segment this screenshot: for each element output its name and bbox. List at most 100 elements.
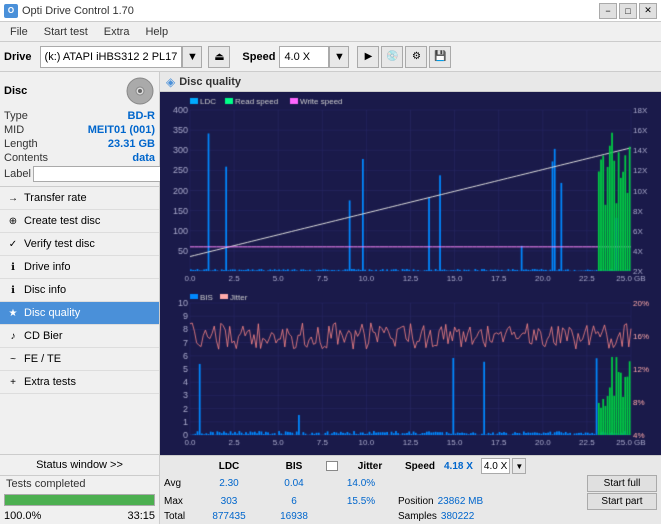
drive-info-icon: ℹ bbox=[6, 260, 20, 274]
disc-length-row: Length 23.31 GB bbox=[4, 138, 155, 150]
disc-label-input[interactable] bbox=[33, 166, 171, 182]
disc-quality-header-icon: ◈ bbox=[166, 75, 175, 89]
stats-header-speed: Speed bbox=[400, 461, 440, 472]
top-chart-canvas bbox=[162, 94, 659, 289]
nav-disc-quality[interactable]: ★ Disc quality bbox=[0, 302, 159, 325]
disc-quality-title: Disc quality bbox=[179, 76, 241, 88]
disc-mid-label: MID bbox=[4, 124, 24, 136]
nav-verify-test-disc-label: Verify test disc bbox=[24, 238, 95, 250]
stats-speed-select[interactable]: 4.0 X bbox=[481, 458, 510, 474]
drive-select-value[interactable]: (k:) ATAPI iHBS312 2 PL17 bbox=[40, 46, 183, 68]
disc-mid-value: MEIT01 (001) bbox=[88, 124, 155, 136]
stats-header-jitter: Jitter bbox=[340, 461, 400, 472]
jitter-checkbox[interactable] bbox=[326, 461, 338, 471]
right-panel: ◈ Disc quality LDC BIS bbox=[160, 72, 661, 524]
nav-disc-info[interactable]: ℹ Disc info bbox=[0, 279, 159, 302]
menu-extra[interactable]: Extra bbox=[98, 25, 136, 39]
bottom-chart bbox=[162, 291, 659, 453]
disc-length-value: 23.31 GB bbox=[108, 138, 155, 150]
disc-type-value: BD-R bbox=[128, 110, 156, 122]
title-bar: O Opti Drive Control 1.70 − □ ✕ bbox=[0, 0, 661, 22]
stats-avg-jitter: 14.0% bbox=[324, 478, 398, 489]
disc-type-row: Type BD-R bbox=[4, 110, 155, 122]
minimize-button[interactable]: − bbox=[599, 3, 617, 19]
toolbar-icon-settings[interactable]: ⚙ bbox=[405, 46, 427, 68]
nav-create-test-disc[interactable]: ⊕ Create test disc bbox=[0, 210, 159, 233]
nav-transfer-rate-label: Transfer rate bbox=[24, 192, 87, 204]
speed-select-value[interactable]: 4.0 X bbox=[279, 46, 329, 68]
nav-verify-test-disc[interactable]: ✓ Verify test disc bbox=[0, 233, 159, 256]
fe-te-icon: ~ bbox=[6, 352, 20, 366]
disc-type-label: Type bbox=[4, 110, 28, 122]
app-icon: O bbox=[4, 4, 18, 18]
toolbar-icon-disc[interactable]: 💿 bbox=[381, 46, 403, 68]
nav-extra-tests[interactable]: + Extra tests bbox=[0, 371, 159, 394]
app-title: Opti Drive Control 1.70 bbox=[22, 5, 134, 17]
nav-create-test-disc-label: Create test disc bbox=[24, 215, 100, 227]
drive-dropdown-arrow[interactable]: ▼ bbox=[182, 46, 202, 68]
progress-percent: 100.0% bbox=[4, 510, 41, 522]
stats-header-bis: BIS bbox=[264, 461, 324, 472]
start-part-button[interactable]: Start part bbox=[587, 493, 657, 510]
stats-speed-dropdown-arrow[interactable]: ▼ bbox=[512, 458, 526, 474]
eject-button[interactable]: ⏏ bbox=[208, 46, 230, 68]
speed-label: Speed bbox=[242, 51, 275, 63]
nav-cd-bier-label: CD Bier bbox=[24, 330, 63, 342]
drive-label: Drive bbox=[4, 51, 32, 63]
stats-max-position: 23862 MB bbox=[438, 496, 484, 507]
drive-toolbar: Drive (k:) ATAPI iHBS312 2 PL17 ▼ ⏏ Spee… bbox=[0, 42, 661, 72]
transfer-rate-icon: → bbox=[6, 191, 20, 205]
stats-max-row: Max 303 6 15.5% Position 23862 MB Start … bbox=[164, 493, 657, 510]
stats-avg-bis: 0.04 bbox=[264, 478, 324, 489]
nav-disc-quality-label: Disc quality bbox=[24, 307, 80, 319]
status-window-button[interactable]: Status window >> bbox=[0, 455, 159, 476]
title-bar-controls: − □ ✕ bbox=[599, 3, 657, 19]
stats-header-ldc: LDC bbox=[194, 461, 264, 472]
toolbar-icons: ▶ 💿 ⚙ 💾 bbox=[357, 46, 451, 68]
menu-help[interactable]: Help bbox=[139, 25, 174, 39]
progress-bar-container bbox=[4, 494, 155, 506]
extra-tests-icon: + bbox=[6, 375, 20, 389]
start-buttons: Start full bbox=[587, 475, 657, 492]
stats-speed-select-area: 4.0 X ▼ bbox=[481, 458, 526, 474]
stats-max-label: Max bbox=[164, 496, 194, 507]
close-button[interactable]: ✕ bbox=[639, 3, 657, 19]
stats-bar: LDC BIS Jitter Speed 4.18 X 4.0 X ▼ Avg … bbox=[160, 455, 661, 524]
nav-fe-te[interactable]: ~ FE / TE bbox=[0, 348, 159, 371]
toolbar-icon-save[interactable]: 💾 bbox=[429, 46, 451, 68]
top-chart bbox=[162, 94, 659, 289]
disc-section: Disc Type BD-R MID MEIT01 (001) Length 2… bbox=[0, 72, 159, 187]
stats-avg-ldc: 2.30 bbox=[194, 478, 264, 489]
verify-test-disc-icon: ✓ bbox=[6, 237, 20, 251]
stats-total-label: Total bbox=[164, 511, 194, 522]
cd-bier-icon: ♪ bbox=[6, 329, 20, 343]
menu-file[interactable]: File bbox=[4, 25, 34, 39]
stats-headers: LDC BIS Jitter Speed 4.18 X 4.0 X ▼ bbox=[164, 458, 657, 474]
disc-mid-row: MID MEIT01 (001) bbox=[4, 124, 155, 136]
nav-transfer-rate[interactable]: → Transfer rate bbox=[0, 187, 159, 210]
main-content: Disc Type BD-R MID MEIT01 (001) Length 2… bbox=[0, 72, 661, 524]
speed-dropdown-arrow[interactable]: ▼ bbox=[329, 46, 349, 68]
stats-position-label: Position bbox=[398, 496, 434, 507]
stats-total-samples: 380222 bbox=[441, 511, 474, 522]
status-text: Tests completed bbox=[0, 476, 159, 492]
bottom-chart-canvas bbox=[162, 291, 659, 453]
stats-max-jitter: 15.5% bbox=[324, 496, 398, 507]
nav-drive-info[interactable]: ℹ Drive info bbox=[0, 256, 159, 279]
progress-bar-fill bbox=[5, 495, 154, 505]
nav-cd-bier[interactable]: ♪ CD Bier bbox=[0, 325, 159, 348]
stats-avg-label: Avg bbox=[164, 478, 194, 489]
create-test-disc-icon: ⊕ bbox=[6, 214, 20, 228]
toolbar-icon-play[interactable]: ▶ bbox=[357, 46, 379, 68]
stats-max-bis: 6 bbox=[264, 496, 324, 507]
maximize-button[interactable]: □ bbox=[619, 3, 637, 19]
menu-bar: File Start test Extra Help bbox=[0, 22, 661, 42]
nav-extra-tests-label: Extra tests bbox=[24, 376, 76, 388]
menu-start-test[interactable]: Start test bbox=[38, 25, 94, 39]
stats-avg-row: Avg 2.30 0.04 14.0% Start full bbox=[164, 475, 657, 492]
title-bar-left: O Opti Drive Control 1.70 bbox=[4, 4, 134, 18]
disc-quality-icon: ★ bbox=[6, 306, 20, 320]
start-full-button[interactable]: Start full bbox=[587, 475, 657, 492]
disc-contents-value: data bbox=[132, 152, 155, 164]
stats-total-bis: 16938 bbox=[264, 511, 324, 522]
